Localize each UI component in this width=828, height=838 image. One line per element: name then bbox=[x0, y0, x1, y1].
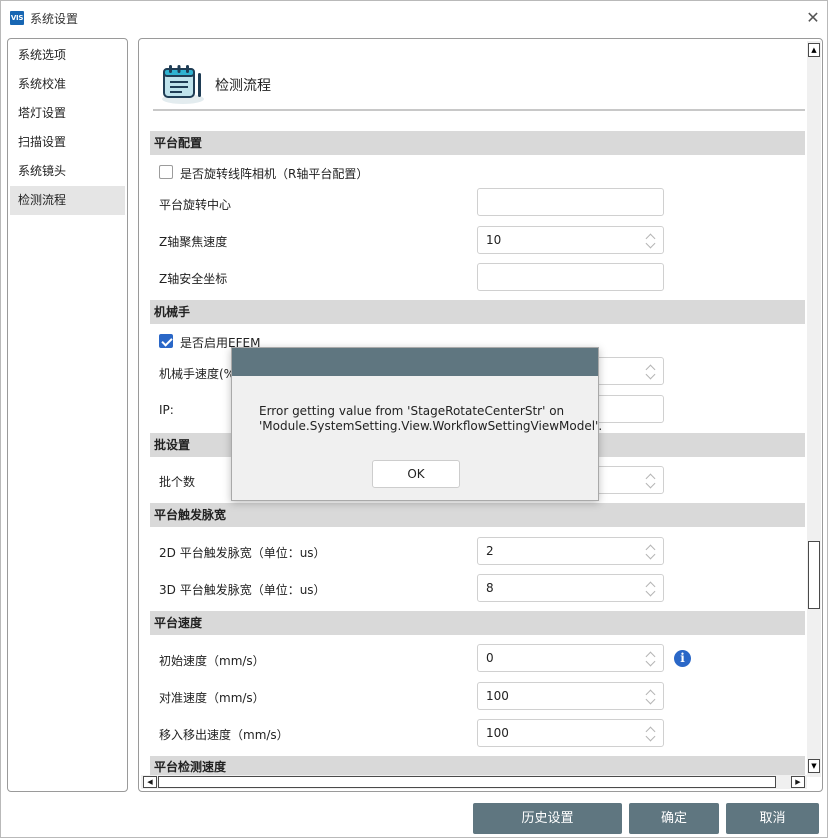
close-icon[interactable]: ✕ bbox=[801, 7, 825, 29]
align-speed-stepper[interactable]: 100 bbox=[477, 682, 664, 710]
initial-speed-label: 初始速度（mm/s） bbox=[159, 654, 265, 668]
spinner-arrows-icon[interactable] bbox=[646, 363, 656, 379]
nav-item-system-lens[interactable]: 系统镜头 bbox=[10, 157, 125, 186]
confirm-button[interactable]: 确定 bbox=[629, 803, 719, 834]
z-focus-speed-stepper[interactable]: 10 bbox=[477, 226, 664, 254]
settings-nav: 系统选项 系统校准 塔灯设置 扫描设置 系统镜头 检测流程 bbox=[7, 38, 128, 792]
pulse-3d-stepper[interactable]: 8 bbox=[477, 574, 664, 602]
spinner-arrows-icon[interactable] bbox=[646, 688, 656, 704]
page-title: 检测流程 bbox=[215, 78, 271, 94]
move-speed-label: 移入移出速度（mm/s） bbox=[159, 728, 289, 742]
scroll-up-icon[interactable]: ▲ bbox=[808, 43, 820, 57]
cancel-button[interactable]: 取消 bbox=[726, 803, 819, 834]
rotate-camera-label: 是否旋转线阵相机（R轴平台配置） bbox=[180, 167, 369, 181]
horizontal-scroll-thumb[interactable] bbox=[158, 776, 776, 788]
ok-button[interactable]: OK bbox=[372, 460, 460, 488]
vertical-scrollbar[interactable]: ▲ ▼ bbox=[807, 41, 821, 777]
section-platform-config: 平台配置 bbox=[150, 131, 805, 155]
batch-count-label: 批个数 bbox=[159, 475, 196, 489]
initial-speed-stepper[interactable]: 0 bbox=[477, 644, 664, 672]
app-logo-icon: VIS bbox=[10, 11, 24, 25]
pulse-3d-value: 8 bbox=[486, 581, 494, 595]
info-icon[interactable]: i bbox=[674, 650, 691, 667]
section-robot: 机械手 bbox=[150, 300, 805, 324]
window-title: 系统设置 bbox=[30, 12, 79, 26]
spinner-arrows-icon[interactable] bbox=[646, 232, 656, 248]
efem-checkbox[interactable] bbox=[159, 334, 173, 348]
rotate-camera-checkbox[interactable] bbox=[159, 165, 173, 179]
settings-window: VIS 系统设置 ✕ 系统选项 系统校准 塔灯设置 扫描设置 系统镜头 检测流程… bbox=[0, 0, 828, 838]
spinner-arrows-icon[interactable] bbox=[646, 650, 656, 666]
error-dialog-title-bar bbox=[232, 348, 598, 376]
spinner-arrows-icon[interactable] bbox=[646, 580, 656, 596]
initial-speed-value: 0 bbox=[486, 651, 494, 665]
section-platform-detect-speed: 平台检测速度 bbox=[150, 756, 805, 776]
rotate-center-input[interactable] bbox=[477, 188, 664, 216]
title-bar: VIS 系统设置 ✕ bbox=[1, 1, 827, 34]
robot-speed-label: 机械手速度(%) bbox=[159, 367, 240, 381]
z-focus-speed-value: 10 bbox=[486, 233, 502, 247]
rotate-center-label: 平台旋转中心 bbox=[159, 198, 232, 212]
nav-item-system-calibration[interactable]: 系统校准 bbox=[10, 70, 125, 99]
pulse-2d-value: 2 bbox=[486, 544, 494, 558]
nav-item-inspection-flow[interactable]: 检测流程 bbox=[10, 186, 125, 215]
clipboard-icon bbox=[162, 65, 204, 104]
section-trigger-pulse: 平台触发脉宽 bbox=[150, 503, 805, 527]
scroll-right-icon[interactable]: ▶ bbox=[791, 776, 805, 788]
header-divider bbox=[153, 109, 805, 111]
nav-item-system-options[interactable]: 系统选项 bbox=[10, 41, 125, 70]
spinner-arrows-icon[interactable] bbox=[646, 543, 656, 559]
scroll-down-icon[interactable]: ▼ bbox=[808, 759, 820, 773]
nav-item-scan-settings[interactable]: 扫描设置 bbox=[10, 128, 125, 157]
pulse-3d-label: 3D 平台触发脉宽（单位：us） bbox=[159, 583, 326, 597]
move-speed-stepper[interactable]: 100 bbox=[477, 719, 664, 747]
pulse-2d-label: 2D 平台触发脉宽（单位：us） bbox=[159, 546, 326, 560]
align-speed-label: 对准速度（mm/s） bbox=[159, 691, 265, 705]
scroll-left-icon[interactable]: ◀ bbox=[143, 776, 157, 788]
spinner-arrows-icon[interactable] bbox=[646, 472, 656, 488]
error-dialog: Error getting value from 'StageRotateCen… bbox=[231, 347, 603, 501]
ip-label: IP: bbox=[159, 403, 174, 417]
z-safe-coord-label: Z轴安全坐标 bbox=[159, 272, 228, 286]
pulse-2d-stepper[interactable]: 2 bbox=[477, 537, 664, 565]
spinner-arrows-icon[interactable] bbox=[646, 725, 656, 741]
vertical-scroll-thumb[interactable] bbox=[808, 541, 820, 609]
nav-item-tower-light[interactable]: 塔灯设置 bbox=[10, 99, 125, 128]
error-message: Error getting value from 'StageRotateCen… bbox=[259, 404, 603, 433]
move-speed-value: 100 bbox=[486, 726, 509, 740]
history-settings-button[interactable]: 历史设置 bbox=[473, 803, 622, 834]
z-focus-speed-label: Z轴聚焦速度 bbox=[159, 235, 228, 249]
align-speed-value: 100 bbox=[486, 689, 509, 703]
horizontal-scrollbar[interactable]: ◀ ▶ bbox=[141, 775, 807, 789]
section-platform-speed: 平台速度 bbox=[150, 611, 805, 635]
z-safe-coord-input[interactable] bbox=[477, 263, 664, 291]
